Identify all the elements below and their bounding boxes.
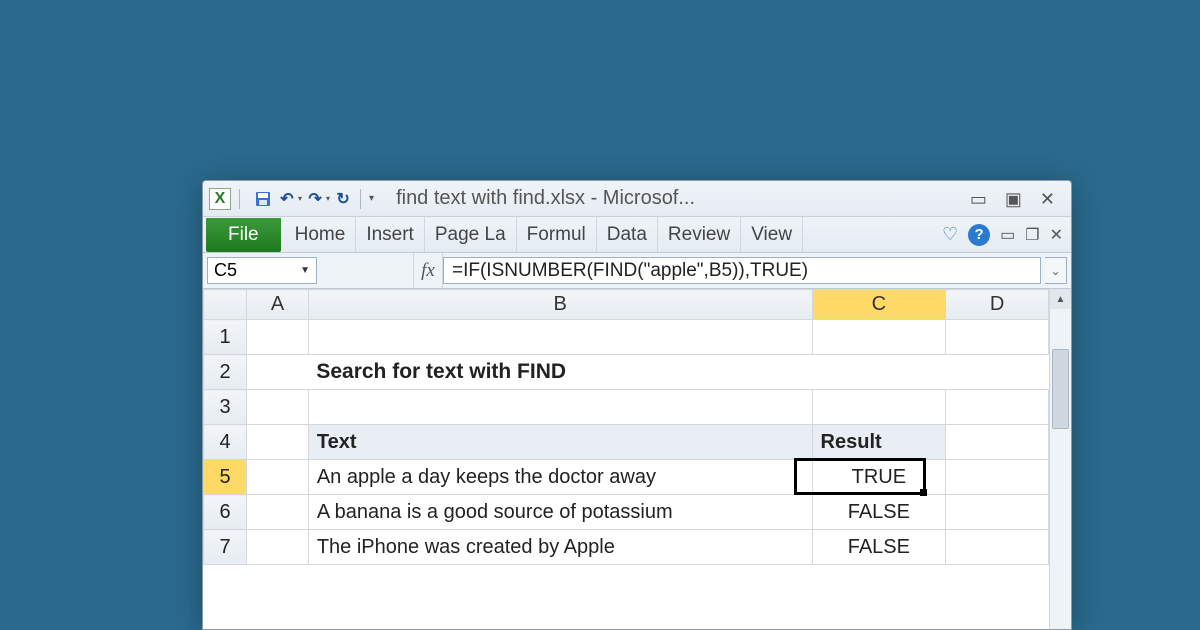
minimize-icon[interactable]: ▭ — [970, 190, 987, 208]
grid[interactable]: A B C D 12 Search for text with FIND 34 Tex… — [203, 289, 1049, 629]
tab-formulas[interactable]: Formul — [517, 217, 597, 252]
maximize-icon[interactable]: ▣ — [1005, 190, 1022, 208]
tab-data[interactable]: Data — [597, 217, 658, 252]
mdi-minimize-icon[interactable]: ▭ — [1000, 225, 1015, 245]
table-row: 6 A banana is a good source of potassiumF… — [204, 495, 1049, 530]
save-icon[interactable] — [252, 188, 274, 210]
table-row: 2 Search for text with FIND — [204, 355, 1049, 390]
row-header[interactable]: 4 — [204, 425, 247, 460]
cell-B5[interactable]: An apple a day keeps the doctor away — [308, 460, 812, 495]
scroll-thumb[interactable] — [1052, 349, 1069, 429]
worksheet-area: A B C D 12 Search for text with FIND 34 Tex… — [203, 289, 1071, 629]
cell-C3[interactable] — [812, 390, 946, 425]
col-header-B[interactable]: B — [308, 290, 812, 320]
row-header[interactable]: 7 — [204, 530, 247, 565]
cell-A1[interactable] — [247, 320, 309, 355]
cell-B2[interactable]: Search for text with FIND — [308, 355, 812, 390]
formula-text: =IF(ISNUMBER(FIND("apple",B5)),TRUE) — [452, 260, 808, 282]
file-tab[interactable]: File — [206, 218, 281, 252]
vertical-scrollbar[interactable]: ▲ — [1049, 289, 1071, 629]
cell-A6[interactable] — [247, 495, 309, 530]
cell-B7[interactable]: The iPhone was created by Apple — [308, 530, 812, 565]
cell-A5[interactable] — [247, 460, 309, 495]
cell-A4[interactable] — [247, 425, 309, 460]
formula-input[interactable]: =IF(ISNUMBER(FIND("apple",B5)),TRUE) — [443, 257, 1041, 284]
column-headers: A B C D — [204, 290, 1049, 320]
cell-C1[interactable] — [812, 320, 946, 355]
cell-B1[interactable] — [308, 320, 812, 355]
cell-D5[interactable] — [946, 460, 1049, 495]
table-row: 3 — [204, 390, 1049, 425]
window-controls: ▭ ▣ ✕ — [970, 190, 1065, 208]
cell-A7[interactable] — [247, 530, 309, 565]
ribbon-tabs: File Home Insert Page La Formul Data Rev… — [203, 217, 1071, 253]
formula-expand-icon[interactable]: ⌄ — [1045, 257, 1067, 284]
titlebar: X ↶ ▾ ↷ ▾ ↻ ▾ find text with find.xlsx -… — [203, 181, 1071, 217]
mdi-close-icon[interactable]: ✕ — [1050, 225, 1063, 245]
cell-D2[interactable] — [946, 355, 1049, 390]
undo-icon[interactable]: ↶ — [276, 188, 298, 210]
fx-icon[interactable]: fx — [413, 253, 443, 288]
scroll-up-icon[interactable]: ▲ — [1050, 289, 1071, 309]
name-box-dropdown-icon[interactable]: ▼ — [300, 265, 310, 276]
name-box[interactable]: C5 ▼ — [207, 257, 317, 284]
cell-D3[interactable] — [946, 390, 1049, 425]
scroll-track[interactable] — [1050, 309, 1071, 629]
col-header-A[interactable]: A — [247, 290, 309, 320]
tab-view[interactable]: View — [741, 217, 803, 252]
row-header[interactable]: 3 — [204, 390, 247, 425]
excel-app-icon: X — [209, 188, 231, 210]
cell-D7[interactable] — [946, 530, 1049, 565]
col-header-C[interactable]: C — [812, 290, 946, 320]
cells-table: A B C D 12 Search for text with FIND 34 Tex… — [203, 289, 1049, 565]
formula-bar: C5 ▼ fx =IF(ISNUMBER(FIND("apple",B5)),T… — [203, 253, 1071, 289]
quick-access-toolbar: ↶ ▾ ↷ ▾ ↻ ▾ — [252, 188, 374, 210]
cell-D4[interactable] — [946, 425, 1049, 460]
favorite-icon[interactable]: ♡ — [942, 224, 958, 245]
table-row: 7 The iPhone was created by AppleFALSE — [204, 530, 1049, 565]
table-row: 5 An apple a day keeps the doctor awayTRU… — [204, 460, 1049, 495]
tab-review[interactable]: Review — [658, 217, 741, 252]
row-header[interactable]: 6 — [204, 495, 247, 530]
table-row: 1 — [204, 320, 1049, 355]
row-header[interactable]: 1 — [204, 320, 247, 355]
table-row: 4 TextResult — [204, 425, 1049, 460]
redo-icon[interactable]: ↷ — [304, 188, 326, 210]
row-header[interactable]: 2 — [204, 355, 247, 390]
refresh-icon[interactable]: ↻ — [332, 188, 354, 210]
col-header-D[interactable]: D — [946, 290, 1049, 320]
help-icon[interactable]: ? — [968, 224, 990, 246]
undo-dropdown-icon[interactable]: ▾ — [298, 194, 302, 203]
cell-A3[interactable] — [247, 390, 309, 425]
name-box-value: C5 — [214, 260, 237, 281]
excel-window: X ↶ ▾ ↷ ▾ ↻ ▾ find text with find.xlsx -… — [202, 180, 1072, 630]
cell-C2[interactable] — [812, 355, 946, 390]
cell-C5[interactable]: TRUE — [812, 460, 946, 495]
window-title: find text with find.xlsx - Microsof... — [378, 187, 966, 210]
cell-B6[interactable]: A banana is a good source of potassium — [308, 495, 812, 530]
cell-B3[interactable] — [308, 390, 812, 425]
cell-A2[interactable] — [247, 355, 309, 390]
row-header[interactable]: 5 — [204, 460, 247, 495]
redo-dropdown-icon[interactable]: ▾ — [326, 194, 330, 203]
cell-D1[interactable] — [946, 320, 1049, 355]
cell-C6[interactable]: FALSE — [812, 495, 946, 530]
cell-C7[interactable]: FALSE — [812, 530, 946, 565]
cell-D6[interactable] — [946, 495, 1049, 530]
qat-customize-icon[interactable]: ▾ — [369, 193, 374, 204]
tab-home[interactable]: Home — [285, 217, 357, 252]
close-icon[interactable]: ✕ — [1040, 190, 1055, 208]
mdi-restore-icon[interactable]: ❐ — [1025, 225, 1039, 245]
cell-B4[interactable]: Text — [308, 425, 812, 460]
select-all-corner[interactable] — [204, 290, 247, 320]
tab-insert[interactable]: Insert — [356, 217, 425, 252]
cell-C4[interactable]: Result — [812, 425, 946, 460]
tab-page-layout[interactable]: Page La — [425, 217, 517, 252]
